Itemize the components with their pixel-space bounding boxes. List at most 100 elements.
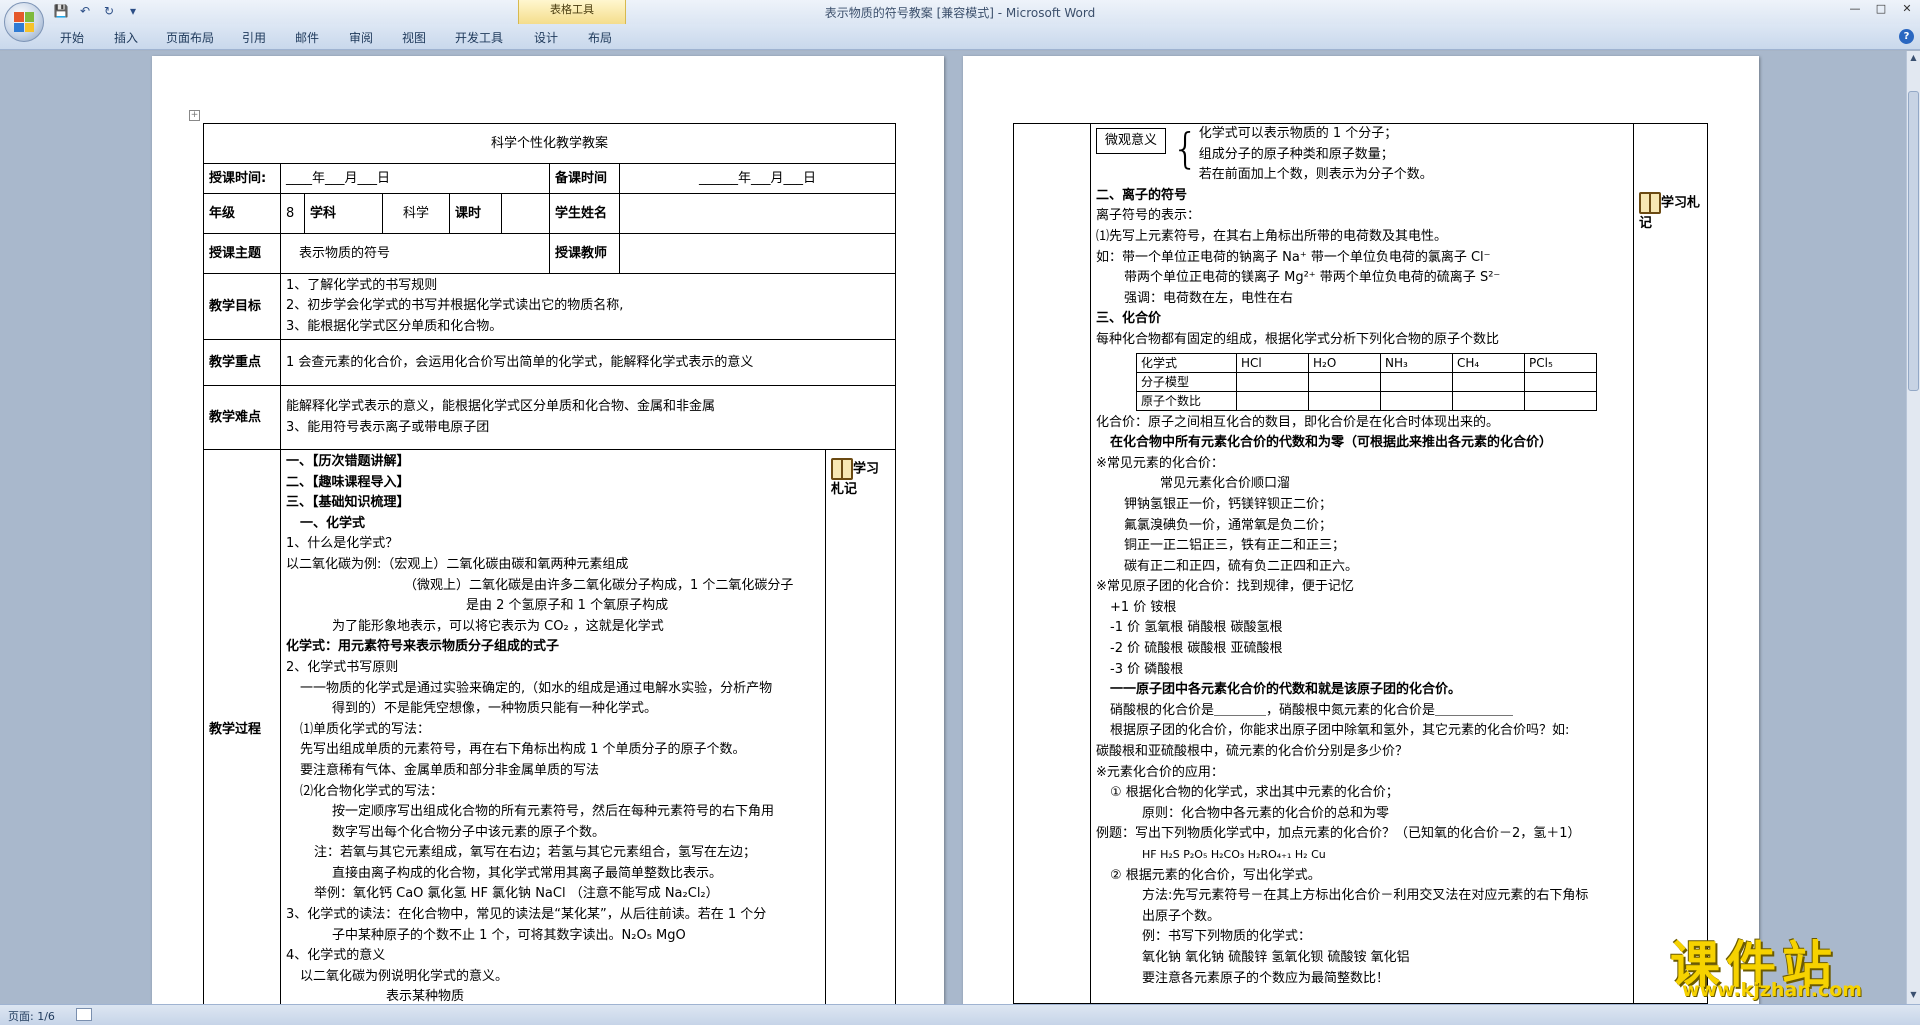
lesson-title: 科学个性化教学教案: [202, 123, 897, 164]
table-cell: HCl: [1236, 352, 1309, 373]
content-line: HF H₂S P₂O₅ H₂CO₃ H₂RO₄₊₁ H₂ Cu: [1142, 848, 1326, 861]
content-line: ※常见元素的化合价：: [1096, 455, 1224, 471]
tab-references[interactable]: 引用: [242, 29, 266, 46]
table-row: 化学式 HCl H₂O NH₃ CH₄ PCl₅: [1136, 352, 1597, 373]
topic-label: 授课主题: [203, 233, 281, 274]
content-line: 碳有正二和正四，硫有负二正四和正六。: [1124, 558, 1359, 574]
window-title: 表示物质的符号教案 [兼容模式] - Microsoft Word: [824, 6, 1096, 20]
content-line: ⑴先写上元素符号，在其右上角标出所带的电荷数及其电性。: [1096, 228, 1448, 244]
office-button[interactable]: [4, 2, 44, 42]
process-line: 得到的）不是能凭空想像，一种物质只能有一种化学式。: [332, 701, 658, 717]
table-row: 分子模型: [1136, 371, 1597, 392]
table-row: 原子个数比: [1136, 390, 1597, 411]
table-cell: 原子个数比: [1136, 390, 1237, 411]
micro-line: 组成分子的原子种类和原子数量；: [1198, 146, 1394, 162]
hours-value: [501, 193, 550, 234]
process-line: 数字写出每个化合物分子中该元素的原子个数。: [332, 824, 606, 840]
micro-line: 化学式可以表示物质的 1 个分子；: [1198, 126, 1398, 141]
content-line: -2 价 硫酸根 碳酸根 亚硫酸根: [1110, 641, 1283, 657]
tab-review[interactable]: 审阅: [349, 29, 373, 46]
watermark-url: www.kjzhan.com: [1682, 979, 1863, 1001]
macro-record-icon[interactable]: [76, 1008, 92, 1021]
tab-mailings[interactable]: 邮件: [295, 29, 319, 46]
difficulties-label: 教学难点: [203, 385, 281, 450]
process-line: 4、化学式的意义: [286, 948, 386, 964]
help-icon[interactable]: ?: [1899, 29, 1914, 44]
process-line: 二、【趣味课程导入】: [286, 474, 410, 490]
scroll-up-icon[interactable]: ▲: [1908, 53, 1919, 65]
process-line: 为了能形象地表示，可以将它表示为 CO₂ ，这就是化学式: [332, 618, 664, 634]
tab-page-layout[interactable]: 页面布局: [166, 29, 214, 46]
content-line: 带两个单位正电荷的镁离子 Mg²⁺ 带两个单位负电荷的硫离子 S²⁻: [1124, 270, 1501, 286]
close-icon[interactable]: ✕: [1894, 0, 1920, 18]
prep-time-value: ______年___月___日: [618, 163, 897, 194]
book-icon: [831, 458, 853, 480]
vertical-scrollbar[interactable]: ▲ ▼: [1906, 51, 1920, 1004]
content-line: 如：带一个单位正电荷的钠离子 Na⁺ 带一个单位负电荷的氯离子 Cl⁻: [1096, 249, 1491, 265]
study-notes-column: 学习札记: [1633, 123, 1708, 1004]
table-cell: 分子模型: [1136, 371, 1237, 392]
process-content: 一、【历次错题讲解】 二、【趣味课程导入】 三、【基础知识梳理】 一、化学式 1…: [280, 448, 826, 1004]
micro-line: 若在前面加上个数，则表示为分子个数。: [1198, 167, 1433, 183]
topic-value: 表示物质的符号: [280, 233, 550, 274]
page-1: + 科学个性化教学教案 授课时间: ____年___月___日 备课时间 ___…: [152, 56, 944, 1004]
process-line: 子中某种原子的个数不止 1 个，可将其数字读出。N₂O₅ MgO: [332, 927, 686, 943]
process-line: 举例：氧化钙 CaO 氯化氢 HF 氯化钠 NaCl （注意不能写成 Na₂Cl…: [314, 886, 719, 902]
process-line: 表示某种物质: [386, 989, 465, 1004]
teacher-label: 授课教师: [549, 233, 620, 274]
process-line: 1、什么是化学式？: [286, 536, 399, 552]
table-cell: [1308, 390, 1381, 411]
tab-developer[interactable]: 开发工具: [455, 29, 503, 46]
table-cell: CH₄: [1452, 352, 1525, 373]
content-line: 原则：化合物中各元素的化合价的总和为零: [1142, 805, 1390, 821]
process-line: 三、【基础知识梳理】: [286, 495, 410, 511]
process-line: 按一定顺序写出组成化合物的所有元素符号，然后在每种元素符号的右下角用: [332, 804, 775, 820]
page-count[interactable]: 页面: 1/6: [8, 1008, 55, 1024]
content-line: 根据原子团的化合价，你能求出原子团中除氧和氢外，其它元素的化合价吗？如:: [1110, 723, 1570, 739]
ribbon-tabs: 开始 插入 页面布局 引用 邮件 审阅 视图 开发工具 设计 布局 ?: [0, 24, 1920, 50]
key-points-label: 教学重点: [203, 339, 281, 386]
minimize-icon[interactable]: —: [1842, 0, 1868, 18]
grade-label: 年级: [203, 193, 281, 234]
content-line: 强调：电荷数在左，电性在右: [1124, 290, 1294, 306]
process-line: ⑵化合物化学式的写法：: [300, 783, 444, 799]
content-line: 出原子个数。: [1142, 908, 1221, 924]
content-line: +1 价 铵根: [1110, 599, 1177, 615]
tab-home[interactable]: 开始: [60, 29, 84, 46]
content-line: 钾钠氢银正一价，钙镁锌钡正二价；: [1124, 496, 1333, 512]
table-move-handle-icon[interactable]: +: [189, 110, 200, 121]
process-line: 2、化学式书写原则: [286, 659, 399, 675]
content-line: 例：书写下列物质的化学式：: [1142, 929, 1312, 945]
page-2: 微观意义{ 化学式可以表示物质的 1 个分子； 组成分子的原子种类和原子数量； …: [963, 56, 1759, 1004]
tab-layout[interactable]: 布局: [588, 29, 612, 46]
title-bar: 💾 ↶ ↻ ▾ 表格工具 表示物质的符号教案 [兼容模式] - Microsof…: [0, 0, 1920, 42]
goals-content: 1、了解化学式的书写规则 2、初步学会化学式的书写并根据化学式读出它的物质名称,…: [279, 273, 897, 340]
table-cell: [1380, 390, 1453, 411]
goal-line: 3、能根据化学式区分单质和化合物。: [286, 318, 503, 334]
table-cell: [1380, 371, 1453, 392]
label-column: [1013, 123, 1091, 1004]
document-workspace: + 科学个性化教学教案 授课时间: ____年___月___日 备课时间 ___…: [0, 51, 1906, 1004]
process-label: 教学过程: [203, 448, 281, 1004]
status-bar: 页面: 1/6: [0, 1004, 1920, 1025]
process-line: 3、化学式的读法：在化合物中，常见的读法是“某化某”，从后往前读。若在 1 个分: [286, 907, 767, 923]
key-points-content: 1 会查元素的化合价，会运用化合价写出简单的化学式，能解释化学式表示的意义: [279, 339, 897, 386]
site-watermark: 课件站 www.kjzhan.com: [1670, 925, 1920, 1005]
content-line: ※常见原子团的化合价：找到规律，便于记忆: [1096, 579, 1354, 595]
brace-icon: {: [1172, 124, 1199, 173]
process-line: （微观上）二氧化碳是由许多二氧化碳分子构成，1 个二氧化碳分子: [404, 577, 794, 593]
content-line: 要注意各元素原子的个数应为最简整数比！: [1142, 970, 1390, 986]
tab-design[interactable]: 设计: [534, 29, 558, 46]
process-line: 要注意稀有气体、金属单质和部分非金属单质的写法: [300, 762, 600, 778]
process-line: 直接由离子构成的化合物，其化学式常用其离子最简单整数比表示。: [332, 865, 723, 881]
maximize-icon[interactable]: □: [1868, 0, 1894, 18]
micro-meaning-block: 微观意义{ 化学式可以表示物质的 1 个分子； 组成分子的原子种类和原子数量； …: [1096, 124, 1628, 186]
process-line: ⑴单质化学式的写法：: [300, 721, 431, 737]
section-heading: 二、离子的符号: [1096, 187, 1188, 203]
table-cell: [1524, 390, 1597, 411]
scrollbar-thumb[interactable]: [1908, 91, 1919, 391]
teach-time-label: 授课时间:: [203, 163, 281, 194]
tab-insert[interactable]: 插入: [114, 29, 138, 46]
table-cell: [1524, 371, 1597, 392]
tab-view[interactable]: 视图: [402, 29, 426, 46]
